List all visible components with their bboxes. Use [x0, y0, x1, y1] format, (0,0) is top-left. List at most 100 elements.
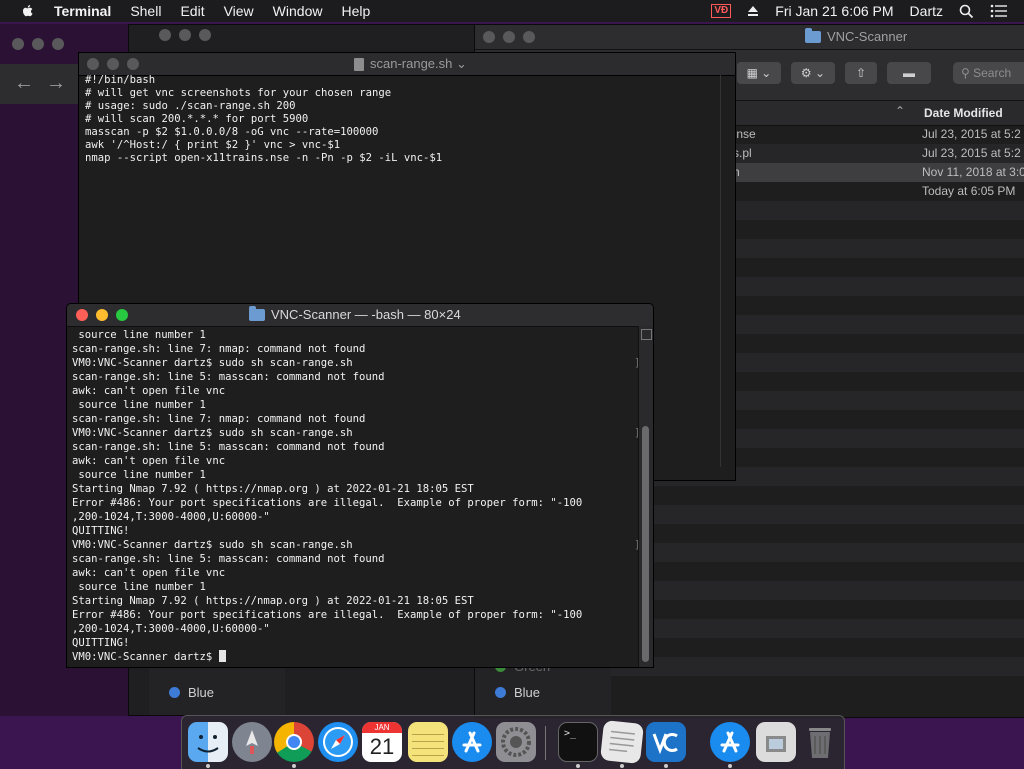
finder-icon[interactable] [188, 722, 228, 762]
tag-blue-label: Blue [514, 685, 541, 700]
vnc-icon[interactable]: VƉ [711, 4, 732, 18]
dock-separator [545, 726, 546, 760]
code-line: awk '/^Host:/ { print $2 }' vnc > vnc-$1 [85, 139, 341, 151]
file-date: Jul 23, 2015 at 5:2 [922, 146, 1021, 160]
scrollbar-thumb[interactable] [642, 426, 649, 662]
running-indicator [292, 764, 296, 768]
date-modified-header[interactable]: Date Modified [924, 106, 1003, 120]
terminal-line: scan-range.sh: line 7: nmap: command not… [72, 413, 366, 425]
terminal-line: source line number 1 [72, 399, 206, 411]
notes-icon[interactable] [408, 722, 448, 762]
apple-icon[interactable] [20, 3, 36, 19]
menu-shell[interactable]: Shell [130, 3, 161, 19]
window-minimize-button[interactable] [32, 38, 44, 50]
gear-icon[interactable]: ⚙ ⌄ [791, 62, 835, 84]
eject-icon[interactable] [747, 5, 759, 17]
file-date: Nov 11, 2018 at 3:0 [922, 165, 1024, 179]
tag-blue[interactable]: Blue [495, 685, 540, 700]
running-indicator [728, 764, 732, 768]
prompt-line-text: VM0:VNC-Scanner dartz$ sudo sh scan-rang… [72, 427, 353, 439]
menu-bar: Terminal Shell Edit View Window Help VƉ … [0, 0, 1024, 22]
calendar-icon[interactable]: JAN 21 [362, 722, 402, 762]
list-icon[interactable] [990, 4, 1008, 18]
chrome-icon[interactable] [274, 722, 314, 762]
window-close-button[interactable] [87, 58, 99, 70]
terminal-line: scan-range.sh: line 5: masscan: command … [72, 553, 385, 565]
finder-title: VNC-Scanner [805, 27, 907, 44]
textedit-icon[interactable] [600, 720, 644, 764]
terminal-icon[interactable]: >_ [558, 722, 598, 762]
window-close-button[interactable] [483, 31, 495, 43]
terminal-line: source line number 1 [72, 469, 206, 481]
terminal-line: VM0:VNC-Scanner dartz$ sudo sh scan-rang… [72, 356, 640, 370]
window-minimize-button[interactable] [107, 58, 119, 70]
share-icon[interactable]: ⇧ [845, 62, 877, 84]
back-arrow-icon[interactable]: ← [14, 72, 34, 95]
window-close-button[interactable] [159, 29, 171, 41]
terminal-prompt[interactable]: VM0:VNC-Scanner dartz$ [72, 650, 636, 664]
terminal-line: Error #486: Your port specifications are… [72, 609, 583, 621]
window-close-button[interactable] [76, 309, 88, 321]
window-minimize-button[interactable] [179, 29, 191, 41]
terminal-line: ,200-1024,T:3000-4000,U:60000-" [72, 623, 270, 635]
prompt-line-text: VM0:VNC-Scanner dartz$ sudo sh scan-rang… [72, 357, 353, 369]
search-icon[interactable] [959, 4, 974, 19]
editor-scrollbar[interactable] [720, 75, 721, 467]
tag-icon[interactable]: ▬ [887, 62, 931, 84]
chrome-center [286, 734, 302, 750]
editor-titlebar[interactable]: scan-range.sh ⌄ [79, 53, 735, 76]
menu-user[interactable]: Dartz [910, 3, 943, 19]
menu-window[interactable]: Window [273, 3, 323, 19]
preview-icon[interactable] [756, 722, 796, 762]
menu-help[interactable]: Help [341, 3, 370, 19]
system-preferences-icon[interactable] [496, 722, 536, 762]
safari-icon[interactable] [318, 722, 358, 762]
window-minimize-button[interactable] [96, 309, 108, 321]
terminal-output[interactable]: source line number 1 scan-range.sh: line… [72, 328, 640, 664]
trash-icon[interactable] [800, 722, 840, 762]
forward-arrow-icon[interactable]: → [46, 72, 66, 95]
app-store-icon[interactable] [452, 722, 492, 762]
terminal-line: QUITTING! [72, 637, 130, 649]
finder-titlebar[interactable]: VNC-Scanner [475, 25, 1024, 50]
status-area: VƉ Fri Jan 21 6:06 PM Dartz [711, 0, 1024, 22]
menu-view[interactable]: View [224, 3, 254, 19]
sort-arrow-icon[interactable]: ⌃ [895, 104, 905, 118]
window-close-button[interactable] [12, 38, 24, 50]
window-zoom-button[interactable] [116, 309, 128, 321]
terminal-line: awk: can't open file vnc [72, 567, 226, 579]
finder-search-input[interactable]: ⚲ Search [953, 62, 1024, 84]
finder-search-placeholder: Search [973, 66, 1012, 80]
window-zoom-button[interactable] [199, 29, 211, 41]
view-options-button[interactable]: ▦ ⌄ [737, 62, 781, 84]
terminal-glyph: >_ [564, 728, 577, 739]
code-line: masscan -p $2 $1.0.0.0/8 -oG vnc --rate=… [85, 126, 379, 138]
menu-edit[interactable]: Edit [180, 3, 204, 19]
tag-blue-label: Blue [188, 685, 215, 700]
calendar-month: JAN [362, 722, 402, 733]
terminal-line: Starting Nmap 7.92 ( https://nmap.org ) … [72, 483, 474, 495]
app-store-2-icon[interactable] [710, 722, 750, 762]
launchpad-icon[interactable] [232, 722, 272, 762]
menu-app-name[interactable]: Terminal [54, 3, 111, 19]
window-minimize-button[interactable] [503, 31, 515, 43]
running-indicator [664, 764, 668, 768]
window-zoom-button[interactable] [52, 38, 64, 50]
terminal-scrollbar[interactable] [638, 326, 653, 667]
terminal-titlebar[interactable]: VNC-Scanner — -bash — 80×24 [67, 304, 653, 327]
editor-title-text: scan-range.sh ⌄ [370, 56, 467, 71]
tag-blue[interactable]: Blue [169, 685, 214, 700]
folder-icon [249, 305, 265, 321]
split-pane-icon[interactable] [641, 329, 652, 340]
search-icon: ⚲ [961, 66, 974, 80]
running-indicator [620, 764, 624, 768]
terminal-window[interactable]: VNC-Scanner — -bash — 80×24 source line … [66, 303, 654, 668]
editor-text-area[interactable]: #!/bin/bash # will get vnc screenshots fo… [85, 74, 442, 165]
folder-icon [805, 27, 821, 43]
vnc-viewer-icon[interactable] [646, 722, 686, 762]
file-name: .nse [733, 127, 756, 141]
editor-title[interactable]: scan-range.sh ⌄ [354, 56, 467, 72]
menu-clock[interactable]: Fri Jan 21 6:06 PM [775, 3, 893, 19]
window-zoom-button[interactable] [523, 31, 535, 43]
window-zoom-button[interactable] [127, 58, 139, 70]
